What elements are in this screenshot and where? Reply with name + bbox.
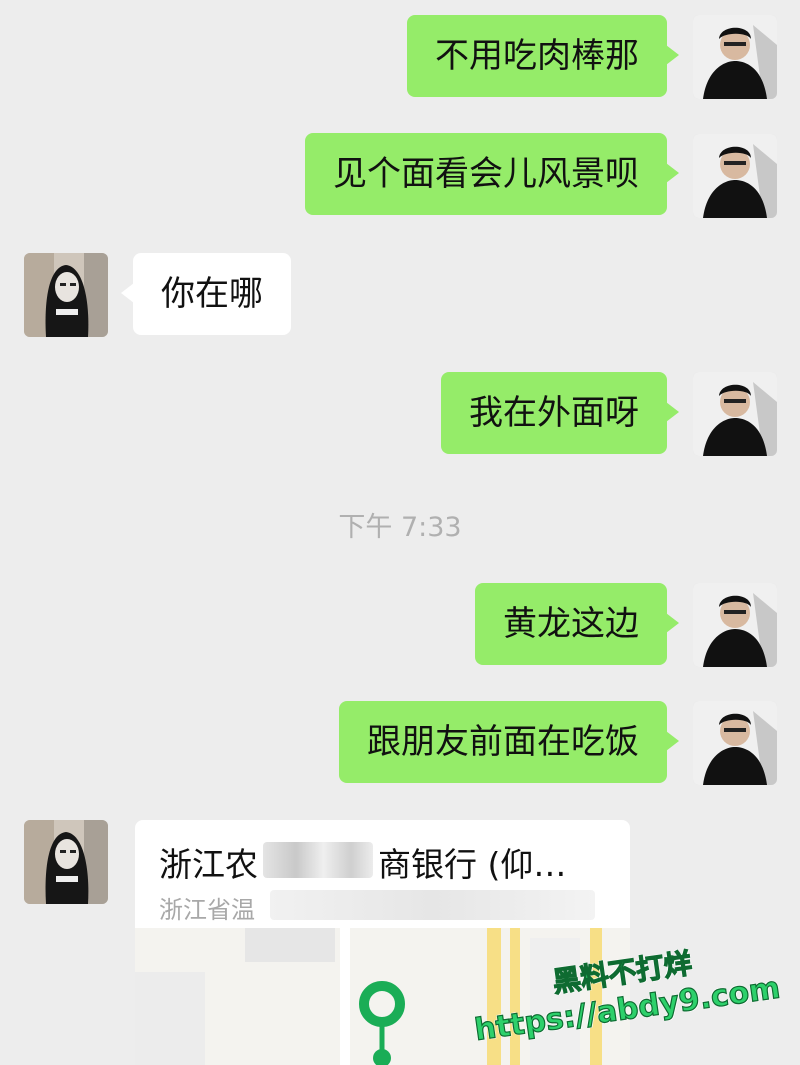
self-avatar-icon[interactable] bbox=[693, 15, 777, 99]
redaction-blur bbox=[263, 842, 373, 878]
message-bubble-outgoing[interactable]: 跟朋友前面在吃饭 bbox=[339, 701, 679, 783]
message-bubble-outgoing[interactable]: 见个面看会儿风景呗 bbox=[305, 133, 679, 215]
self-avatar-icon[interactable] bbox=[693, 134, 777, 218]
location-title-start: 浙江农 bbox=[159, 845, 258, 884]
self-avatar-icon[interactable] bbox=[693, 583, 777, 667]
redaction-blur bbox=[270, 890, 595, 920]
chat-window[interactable]: 不用吃肉棒那 见个面看会儿风景呗 你在哪 我在外面呀 下午 7:33 黄龙这边 … bbox=[0, 0, 800, 1065]
self-avatar-icon[interactable] bbox=[693, 701, 777, 785]
message-bubble-outgoing[interactable]: 我在外面呀 bbox=[441, 372, 679, 454]
message-bubble-outgoing[interactable]: 不用吃肉棒那 bbox=[407, 15, 679, 97]
message-bubble-incoming[interactable]: 你在哪 bbox=[121, 253, 291, 335]
self-avatar-icon[interactable] bbox=[693, 372, 777, 456]
contact-avatar-icon[interactable] bbox=[24, 820, 108, 904]
timestamp: 下午 7:33 bbox=[338, 512, 462, 543]
location-title-end: 商银行 (仰… bbox=[378, 845, 567, 884]
contact-avatar-icon[interactable] bbox=[24, 253, 108, 337]
message-bubble-outgoing[interactable]: 黄龙这边 bbox=[475, 583, 679, 665]
location-address: 浙江省温 bbox=[159, 896, 255, 924]
